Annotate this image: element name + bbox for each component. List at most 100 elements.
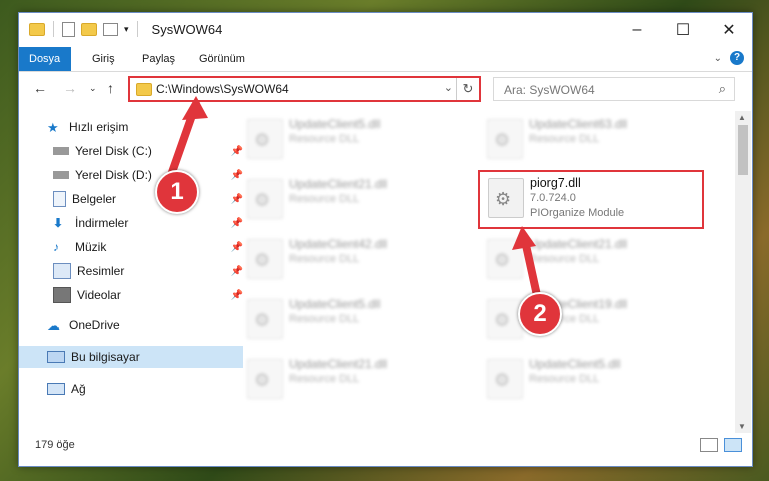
file-item-selected[interactable]: ⚙ piorg7.dll 7.0.724.0 PIOrganize Module	[478, 170, 704, 229]
recent-locations-icon[interactable]: ⌄	[89, 83, 97, 94]
navigation-pane: ★ Hızlı erişim Yerel Disk (C:) 📌 Yerel D…	[19, 111, 243, 431]
tab-share[interactable]: Paylaş	[132, 47, 185, 71]
divider	[53, 21, 54, 37]
view-options-icon[interactable]	[103, 22, 118, 36]
tab-view[interactable]: Görünüm	[189, 47, 255, 71]
ribbon-tabs: Dosya Giriş Paylaş Görünüm ⌄ ?	[19, 47, 752, 72]
dll-file-icon: ⚙	[247, 239, 283, 279]
divider	[136, 21, 138, 37]
address-path: C:\Windows\SysWOW64	[156, 82, 289, 96]
sidebar-item-music[interactable]: ♪ Müzik 📌	[19, 236, 249, 258]
item-count: 179 öğe	[35, 439, 75, 451]
file-name: UpdateClient63.dll	[529, 117, 628, 131]
search-input[interactable]: Ara: SysWOW64 ⌕	[493, 77, 735, 101]
vertical-scrollbar[interactable]: ▲ ▼	[735, 111, 751, 433]
status-bar: 179 öğe	[19, 433, 752, 457]
file-name: UpdateClient42.dll	[289, 237, 388, 251]
file-description: Resource DLL	[289, 253, 360, 265]
dll-file-icon: ⚙	[487, 239, 523, 279]
sidebar-item-label: Videolar	[77, 288, 121, 302]
file-item[interactable]: ⚙ UpdateClient21.dll Resource DLL	[239, 353, 459, 403]
step-1-badge: 1	[155, 170, 199, 214]
file-item[interactable]: ⚙ UpdateClient5.dll Resource DLL	[479, 353, 699, 403]
step-2-badge: 2	[518, 292, 562, 336]
sidebar-item-disk-c[interactable]: Yerel Disk (C:) 📌	[19, 140, 249, 162]
drive-icon	[53, 171, 69, 179]
file-item[interactable]: ⚙ UpdateClient42.dll Resource DLL	[239, 233, 459, 283]
tiles-view-icon[interactable]	[724, 438, 742, 452]
chevron-down-icon[interactable]: ⌄	[444, 81, 453, 94]
file-description: Resource DLL	[529, 133, 600, 145]
chevron-down-icon[interactable]: ▾	[124, 24, 129, 35]
close-button[interactable]: ✕	[706, 13, 752, 47]
dll-file-icon: ⚙	[247, 179, 283, 219]
file-item[interactable]: ⚙ UpdateClient21.dll Resource DLL	[479, 233, 699, 283]
dll-file-icon: ⚙	[487, 359, 523, 399]
scrollbar-thumb[interactable]	[738, 125, 748, 175]
drive-icon	[53, 147, 69, 155]
scroll-up-icon[interactable]: ▲	[738, 113, 746, 122]
cloud-icon: ☁	[47, 318, 60, 333]
sidebar-item-pictures[interactable]: Resimler 📌	[19, 260, 249, 282]
sidebar-item-onedrive[interactable]: ☁ OneDrive	[19, 314, 243, 336]
address-row: ← → ⌄ ↑ C:\Windows\SysWOW64 ⌄ ↻ Ara: Sys…	[19, 72, 752, 106]
window-title: SysWOW64	[151, 21, 223, 37]
dll-file-icon: ⚙	[247, 119, 283, 159]
file-list: ⚙ UpdateClient5.dll Resource DLL ⚙ Updat…	[219, 111, 734, 426]
expand-ribbon-icon[interactable]: ⌄	[714, 53, 722, 64]
sidebar-item-label: Müzik	[75, 240, 107, 254]
address-bar[interactable]: C:\Windows\SysWOW64 ⌄ ↻	[128, 76, 481, 102]
file-name: UpdateClient5.dll	[289, 297, 381, 311]
sidebar-item-label: Yerel Disk (C:)	[75, 144, 152, 158]
sidebar-item-label: OneDrive	[69, 318, 120, 332]
file-item[interactable]: ⚙ UpdateClient63.dll Resource DLL	[479, 113, 699, 163]
sidebar-item-quick-access[interactable]: ★ Hızlı erişim	[19, 116, 243, 138]
file-name: piorg7.dll	[530, 176, 581, 190]
dll-file-icon: ⚙	[488, 178, 524, 218]
sidebar-item-disk-d[interactable]: Yerel Disk (D:) 📌	[19, 164, 249, 186]
new-folder-icon[interactable]	[81, 22, 97, 36]
details-view-icon[interactable]	[700, 438, 718, 452]
star-icon: ★	[47, 120, 59, 135]
file-name: UpdateClient5.dll	[289, 117, 381, 131]
properties-icon[interactable]	[62, 21, 75, 37]
sidebar-item-this-pc[interactable]: Bu bilgisayar	[19, 346, 243, 368]
sidebar-item-downloads[interactable]: ⬇ İndirmeler 📌	[19, 212, 249, 234]
help-icon[interactable]: ?	[730, 51, 744, 65]
sidebar-item-label: Yerel Disk (D:)	[75, 168, 152, 182]
refresh-icon[interactable]: ↻	[456, 78, 479, 100]
sidebar-item-label: Ağ	[71, 382, 86, 396]
dll-file-icon: ⚙	[487, 119, 523, 159]
file-item[interactable]: ⚙ UpdateClient21.dll Resource DLL	[239, 173, 459, 223]
up-icon[interactable]: ↑	[107, 80, 114, 96]
minimize-button[interactable]: –	[614, 13, 660, 47]
maximize-button[interactable]: ☐	[660, 13, 706, 47]
file-item[interactable]: ⚙ UpdateClient19.dll Resource DLL	[479, 293, 699, 343]
file-item[interactable]: ⚙ UpdateClient5.dll Resource DLL	[239, 113, 459, 163]
forward-icon[interactable]: →	[63, 80, 77, 96]
download-icon: ⬇	[53, 216, 64, 230]
file-version: 7.0.724.0	[530, 192, 576, 204]
videos-icon	[53, 287, 71, 303]
back-icon[interactable]: ←	[33, 80, 47, 96]
scroll-down-icon[interactable]: ▼	[738, 422, 746, 431]
title-bar: ▾ SysWOW64 – ☐ ✕	[19, 13, 752, 47]
file-item[interactable]: ⚙ UpdateClient5.dll Resource DLL	[239, 293, 459, 343]
file-description: Resource DLL	[289, 313, 360, 325]
music-icon: ♪	[53, 240, 59, 254]
sidebar-item-network[interactable]: Ağ	[19, 378, 243, 400]
file-name: UpdateClient21.dll	[289, 357, 388, 371]
tab-home[interactable]: Giriş	[82, 47, 125, 71]
sidebar-item-label: Hızlı erişim	[69, 120, 129, 134]
search-placeholder: Ara: SysWOW64	[504, 83, 595, 97]
dll-file-icon: ⚙	[247, 299, 283, 339]
tab-file[interactable]: Dosya	[19, 47, 71, 71]
sidebar-item-documents[interactable]: Belgeler 📌	[19, 188, 249, 210]
file-name: UpdateClient21.dll	[529, 237, 628, 251]
file-description: Resource DLL	[529, 253, 600, 265]
sidebar-item-label: Resimler	[77, 264, 125, 278]
network-icon	[47, 383, 65, 395]
folder-icon	[136, 83, 152, 96]
sidebar-item-videos[interactable]: Videolar 📌	[19, 284, 249, 306]
pictures-icon	[53, 263, 71, 279]
